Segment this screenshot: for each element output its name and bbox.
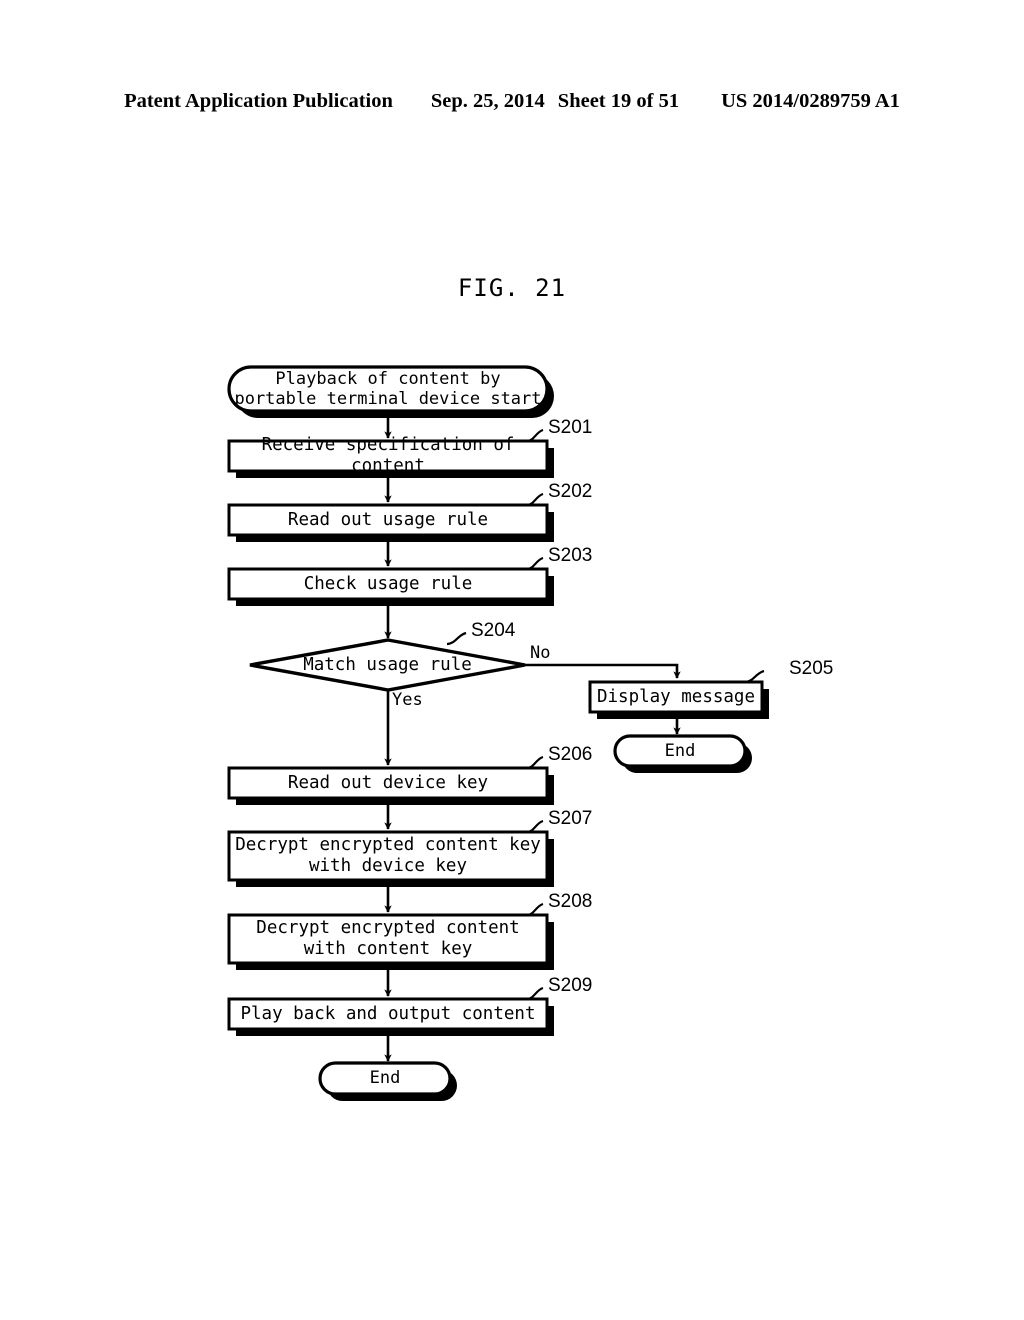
step-tag-s204: S204 <box>471 620 516 641</box>
flowchart-svg <box>227 365 769 1101</box>
branch-label-no: No <box>530 643 551 663</box>
step-s203-shape <box>227 567 549 601</box>
step-tag-s208: S208 <box>548 891 593 912</box>
step-s201-shape <box>227 439 549 473</box>
step-tag-s207: S207 <box>548 808 593 829</box>
step-s204-shape <box>249 638 526 692</box>
step-tag-s201: S201 <box>548 417 593 438</box>
step-s208-shape <box>227 913 549 965</box>
main-end-terminator-shape <box>318 1061 452 1096</box>
step-tag-s203: S203 <box>548 545 593 566</box>
step-s202-shape <box>227 503 549 537</box>
branch-end-terminator-shape <box>613 734 747 768</box>
start-terminator-shape <box>227 365 549 413</box>
step-tag-s202: S202 <box>548 481 593 502</box>
branch-label-yes: Yes <box>392 690 423 710</box>
step-tag-s205: S205 <box>789 658 834 679</box>
step-s207-shape <box>227 830 549 882</box>
step-tag-s206: S206 <box>548 744 593 765</box>
step-s205-shape <box>588 680 764 714</box>
step-tag-s209: S209 <box>548 975 593 996</box>
flowchart-diagram: Playback of content by portable terminal… <box>0 0 1024 1320</box>
step-s209-shape <box>227 997 549 1031</box>
step-s206-shape <box>227 766 549 800</box>
